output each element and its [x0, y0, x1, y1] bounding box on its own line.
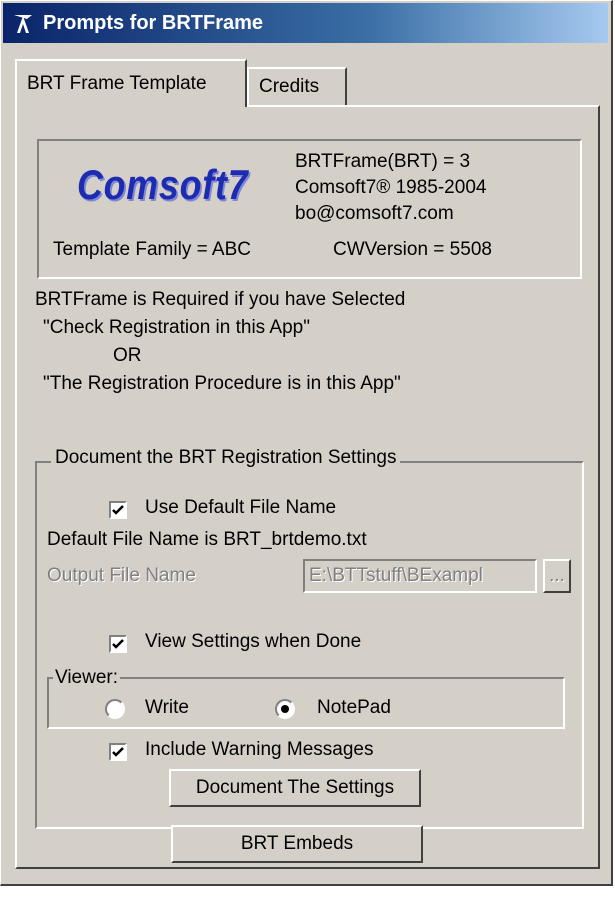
tab-panel: Comsoft7 BRTFrame(BRT) = 3 Comsoft7® 198…	[15, 105, 600, 869]
notepad-radio-label[interactable]: NotePad	[317, 697, 391, 719]
viewer-group: Viewer: Write NotePad	[47, 667, 565, 729]
app-icon	[14, 15, 32, 33]
checkmark-icon	[112, 639, 124, 649]
brt-version: BRTFrame(BRT) = 3	[295, 151, 471, 172]
note-line-3: OR	[113, 345, 142, 366]
include-warning-checkbox[interactable]	[109, 743, 127, 761]
browse-button[interactable]: ...	[543, 559, 571, 593]
tab-credits[interactable]: Credits	[247, 67, 347, 105]
radio-selected-dot	[281, 705, 289, 713]
settings-group: Document the BRT Registration Settings U…	[35, 447, 584, 829]
email: bo@comsoft7.com	[295, 203, 454, 224]
dialog-window: Prompts for BRTFrame Comsoft7 BRTFrame(B…	[0, 0, 613, 886]
write-radio-label[interactable]: Write	[145, 697, 189, 719]
cw-version: CWVersion = 5508	[333, 239, 492, 260]
title-bar[interactable]: Prompts for BRTFrame	[3, 3, 608, 43]
write-radio[interactable]	[105, 699, 125, 719]
use-default-checkbox[interactable]	[109, 501, 127, 519]
window-title: Prompts for BRTFrame	[43, 11, 264, 34]
viewer-group-label: Viewer:	[53, 667, 121, 689]
output-file-label: Output File Name	[47, 565, 196, 586]
template-family: Template Family = ABC	[53, 239, 251, 260]
tab-brt-frame-template[interactable]: BRT Frame Template	[15, 59, 247, 107]
comsoft-logo: Comsoft7	[77, 161, 249, 208]
settings-group-label: Document the BRT Registration Settings	[51, 447, 401, 469]
checkmark-icon	[112, 505, 124, 515]
view-settings-checkbox[interactable]	[109, 635, 127, 653]
checkmark-icon	[112, 747, 124, 757]
brt-embeds-button[interactable]: BRT Embeds	[171, 825, 423, 863]
notepad-radio[interactable]	[275, 699, 295, 719]
default-file-text: Default File Name is BRT_brtdemo.txt	[47, 529, 367, 550]
document-settings-button[interactable]: Document The Settings	[169, 769, 421, 807]
note-line-4: "The Registration Procedure is in this A…	[43, 373, 401, 394]
info-box: Comsoft7 BRTFrame(BRT) = 3 Comsoft7® 198…	[37, 139, 582, 279]
include-warning-label[interactable]: Include Warning Messages	[145, 739, 373, 761]
output-file-field[interactable]: E:\BTTstuff\BExampl	[303, 559, 537, 593]
copyright: Comsoft7® 1985-2004	[295, 177, 487, 198]
note-line-1: BRTFrame is Required if you have Selecte…	[35, 289, 406, 310]
view-settings-label[interactable]: View Settings when Done	[145, 631, 361, 653]
use-default-label[interactable]: Use Default File Name	[145, 497, 336, 519]
note-line-2: "Check Registration in this App"	[43, 317, 310, 338]
